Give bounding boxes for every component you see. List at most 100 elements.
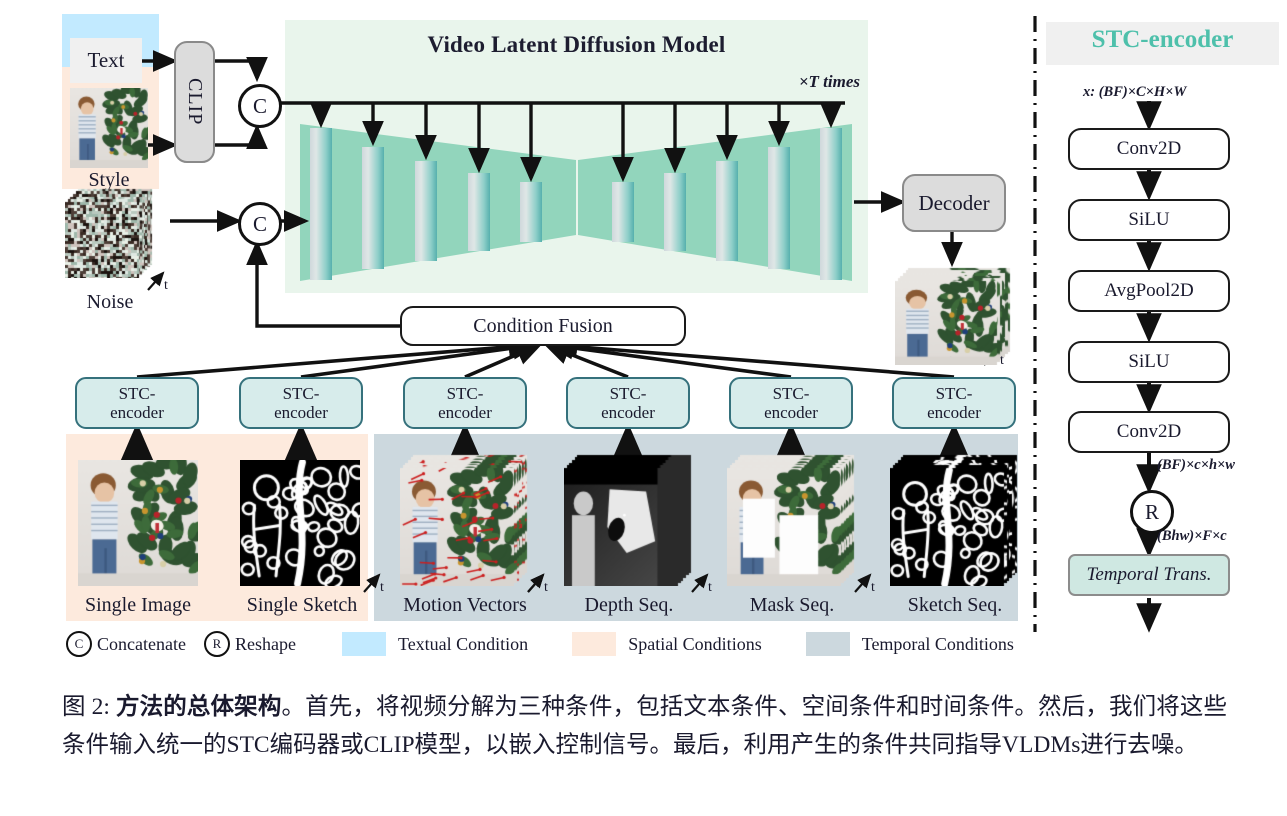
condition-label-5: Sketch Seq. xyxy=(907,594,1003,616)
stc-encoder-label-line1: STC- xyxy=(609,383,647,403)
unet-block-6 xyxy=(612,182,634,242)
legend-label: Textual Condition xyxy=(397,633,529,654)
unet-block-1 xyxy=(310,128,332,280)
legend-label: Concatenate xyxy=(97,633,186,654)
figure-caption: 图 2: 方法的总体架构。首先，将视频分解为三种条件，包括文本条件、空间条件和时… xyxy=(62,688,1227,764)
stc-encoder-label-line1: STC- xyxy=(935,383,973,403)
condition-label-1: Single Sketch xyxy=(246,594,358,616)
unet-block-8 xyxy=(716,161,738,261)
stc-encoder-box-1[interactable]: STC- encoder xyxy=(75,377,199,429)
reshape-symbol: R xyxy=(1144,499,1159,524)
stc-encoder-label-line2: encoder xyxy=(764,403,818,422)
condition-label-2: Motion Vectors xyxy=(403,594,527,616)
stc-block-conv2d-1: Conv2D xyxy=(1068,128,1230,170)
depth-time-axis-label: t xyxy=(544,580,548,595)
stc-dim-after-reshape-label: (Bhw)×F×c xyxy=(1157,528,1227,544)
concat-circle-text: C xyxy=(238,84,282,128)
spatial-conditions-swatch xyxy=(572,632,617,656)
stc-block-label: SiLU xyxy=(1128,209,1170,230)
mask-time-axis-label: t xyxy=(708,580,712,595)
decoder-box: Decoder xyxy=(902,174,1006,232)
unet-block-10 xyxy=(820,128,842,280)
text-input-box: Text xyxy=(70,38,142,83)
stc-temporal-trans-label: Temporal Trans. xyxy=(1086,564,1212,585)
legend-item-reshape: R Reshape xyxy=(203,631,296,657)
stc-block-silu-1: SiLU xyxy=(1068,199,1230,241)
stc-encoder-label-line2: encoder xyxy=(601,403,655,422)
unet-block-3 xyxy=(415,161,437,261)
motion-time-axis-label: t xyxy=(380,580,384,595)
legend-item-temporal: Temporal Conditions xyxy=(805,632,1014,656)
single-image-thumbnail xyxy=(78,460,198,586)
legend-item-spatial: Spatial Conditions xyxy=(572,632,762,656)
stc-encoder-label-line1: STC- xyxy=(282,383,320,403)
single-sketch-thumbnail xyxy=(240,460,360,586)
mask-seq-thumbnail xyxy=(727,452,857,586)
condition-fusion-label: Condition Fusion xyxy=(473,314,613,337)
stc-encoder-label-line1: STC- xyxy=(118,383,156,403)
output-time-axis-label: t xyxy=(1000,353,1004,368)
stc-block-silu-2: SiLU xyxy=(1068,341,1230,383)
stc-encoder-label-line2: encoder xyxy=(110,403,164,422)
t-times-label: ×T times xyxy=(798,72,860,91)
sketch-seq-thumbnail xyxy=(890,452,1020,586)
stc-encoder-label-line2: encoder xyxy=(438,403,492,422)
noise-time-axis-label: t xyxy=(164,278,168,293)
unet-block-2 xyxy=(362,147,384,269)
stc-block-avgpool2d: AvgPool2D xyxy=(1068,270,1230,312)
legend-label: Reshape xyxy=(234,633,296,654)
stc-block-conv2d-2: Conv2D xyxy=(1068,411,1230,453)
unet-block-9 xyxy=(768,147,790,269)
stc-encoder-label-line1: STC- xyxy=(772,383,810,403)
stc-encoder-label-line1: STC- xyxy=(446,383,484,403)
concat-circle-noise: C xyxy=(238,202,282,246)
stc-encoder-box-3[interactable]: STC- encoder xyxy=(403,377,527,429)
stc-panel-title: STC-encoder xyxy=(1091,26,1234,53)
caption-prefix: 图 2: xyxy=(62,694,116,720)
stc-encoder-box-4[interactable]: STC- encoder xyxy=(566,377,690,429)
stc-block-label: SiLU xyxy=(1128,351,1170,372)
temporal-conditions-swatch xyxy=(805,632,850,656)
sketch-time-axis-label: t xyxy=(871,580,875,595)
stc-encoder-label-line2: encoder xyxy=(274,403,328,422)
stc-block-temporal-trans: Temporal Trans. xyxy=(1068,554,1230,596)
stc-block-label: Conv2D xyxy=(1116,138,1182,159)
style-thumbnail xyxy=(70,88,148,168)
text-input-label: Text xyxy=(87,48,125,72)
stc-encoder-box-6[interactable]: STC- encoder xyxy=(892,377,1016,429)
condition-label-0: Single Image xyxy=(84,594,192,616)
condition-label-3: Depth Seq. xyxy=(584,594,674,616)
legend-item-concatenate: C Concatenate xyxy=(66,631,186,657)
textual-condition-swatch xyxy=(341,632,386,656)
stc-block-label: Conv2D xyxy=(1116,421,1182,442)
concat-symbol: C xyxy=(252,93,267,118)
condition-fusion-box: Condition Fusion xyxy=(400,306,686,346)
stc-encoder-box-2[interactable]: STC- encoder xyxy=(239,377,363,429)
legend-item-textual: Textual Condition xyxy=(341,632,529,656)
output-video-thumbnail xyxy=(895,265,1013,365)
motion-vectors-thumbnail xyxy=(400,452,530,586)
concat-symbol: C xyxy=(252,211,267,236)
concatenate-icon: C xyxy=(66,631,92,657)
vldm-title: Video Latent Diffusion Model xyxy=(427,32,726,57)
clip-label: CLIP xyxy=(184,78,206,126)
figure-architecture-diagram: Video Latent Diffusion Model ×T times Te… xyxy=(0,0,1287,816)
depth-seq-thumbnail xyxy=(564,452,694,586)
stc-dim-after-conv-label: (BF)×c×h×w xyxy=(1157,457,1235,473)
decoder-label: Decoder xyxy=(918,190,990,215)
reshape-icon: R xyxy=(203,631,230,657)
stc-encoder-label-line2: encoder xyxy=(927,403,981,422)
clip-box: CLIP xyxy=(174,41,215,163)
unet-block-4 xyxy=(468,173,490,251)
legend-label: Temporal Conditions xyxy=(861,633,1014,654)
stc-encoder-box-5[interactable]: STC- encoder xyxy=(729,377,853,429)
caption-bold: 方法的总体架构 xyxy=(115,694,282,720)
noise-label: Noise xyxy=(86,291,134,313)
legend-label: Spatial Conditions xyxy=(628,633,762,654)
unet-block-5 xyxy=(520,182,542,242)
stc-input-dim-label: x: (BF)×C×H×W xyxy=(1083,84,1187,100)
legend: C Concatenate R Reshape Textual Conditio… xyxy=(66,628,1018,660)
noise-thumbnail xyxy=(65,186,155,278)
condition-label-4: Mask Seq. xyxy=(749,594,835,616)
stc-block-label: AvgPool2D xyxy=(1104,280,1194,301)
